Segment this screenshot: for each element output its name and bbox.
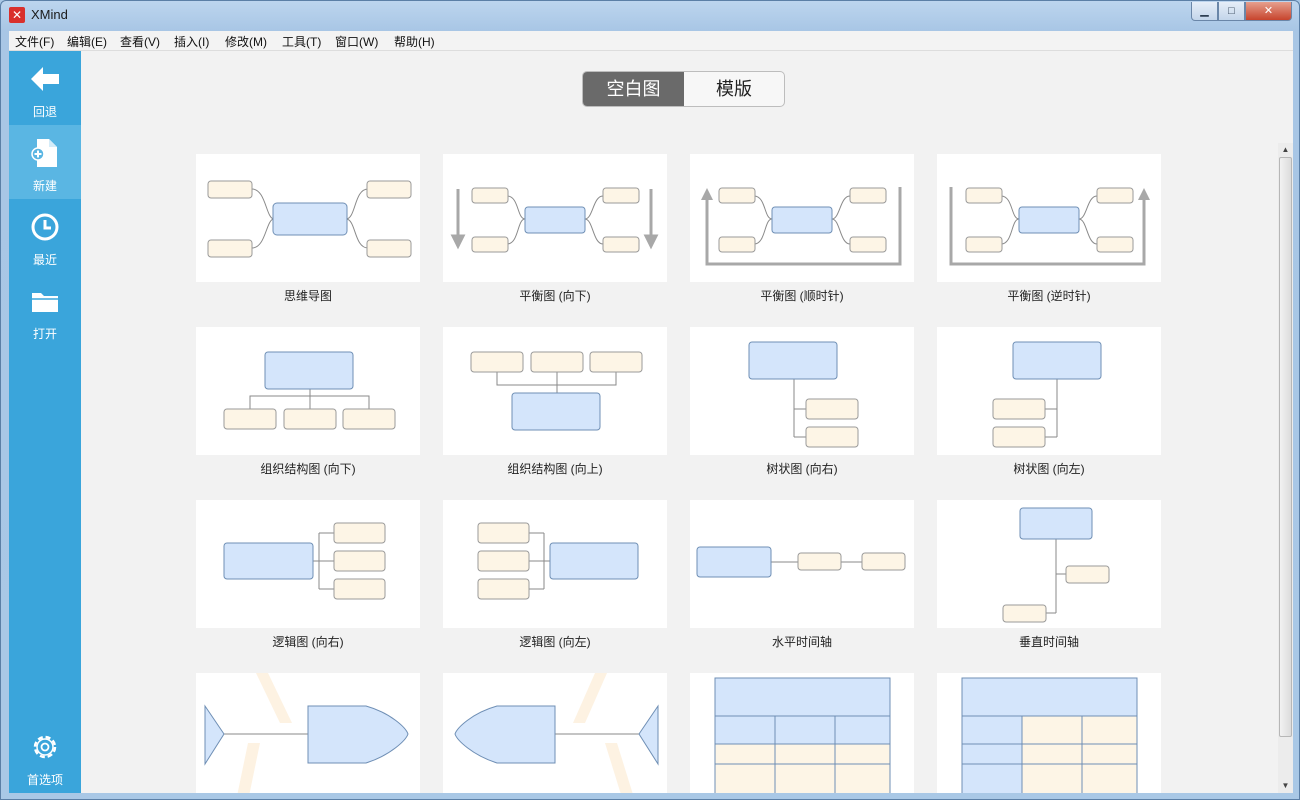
matrix-column-thumbnail bbox=[714, 677, 891, 793]
application-window: ✕ XMind ▁ □ ✕ 文件(F) 编辑(E) 查看(V) 插入(I) 修改… bbox=[0, 0, 1300, 800]
scroll-up-icon[interactable]: ▲ bbox=[1278, 143, 1293, 157]
minimize-button[interactable]: ▁ bbox=[1191, 2, 1218, 21]
window-title: XMind bbox=[31, 7, 68, 22]
balance-down-thumbnail bbox=[450, 187, 659, 253]
template-label: 树状图 (向右) bbox=[766, 462, 838, 476]
template-label: 树状图 (向左) bbox=[1013, 462, 1085, 476]
sidebar-item-preferences[interactable]: 首选项 bbox=[9, 719, 81, 793]
scroll-down-icon[interactable]: ▼ bbox=[1278, 779, 1293, 793]
menu-edit[interactable]: 编辑(E) bbox=[67, 33, 107, 50]
org-chart-up-thumbnail bbox=[470, 351, 643, 431]
sidebar-item-new[interactable]: 新建 bbox=[9, 125, 81, 199]
new-file-icon bbox=[31, 139, 57, 167]
fishbone-left-thumbnail bbox=[454, 673, 659, 793]
tab-templates[interactable]: 模版 bbox=[684, 72, 784, 106]
sidebar-item-open[interactable]: 打开 bbox=[9, 273, 81, 347]
template-card-mind-map[interactable] bbox=[196, 154, 420, 282]
folder-icon bbox=[32, 293, 58, 312]
title-bar: ✕ XMind ▁ □ ✕ bbox=[1, 1, 1299, 29]
template-card-vertical-timeline[interactable] bbox=[937, 500, 1161, 628]
template-label: 垂直时间轴 bbox=[1018, 635, 1079, 649]
sidebar-item-label: 首选项 bbox=[26, 773, 63, 787]
menu-tools[interactable]: 工具(T) bbox=[282, 33, 321, 50]
tree-left-thumbnail bbox=[992, 341, 1102, 448]
sidebar-item-label: 新建 bbox=[32, 179, 57, 193]
template-gallery: 空白图 模版 思维导图 平衡图 (向下) 平衡图 (顺时针) 平衡图 (逆时针)… bbox=[81, 51, 1293, 793]
vertical-scrollbar[interactable]: ▲ ▼ bbox=[1278, 143, 1293, 793]
mode-switch: 空白图 模版 bbox=[582, 71, 785, 107]
template-card-tree-left[interactable] bbox=[937, 327, 1161, 455]
logic-left-thumbnail bbox=[477, 522, 639, 600]
template-label: 平衡图 (顺时针) bbox=[760, 289, 844, 303]
clock-icon bbox=[31, 213, 59, 241]
tree-right-thumbnail bbox=[748, 341, 859, 448]
template-card-org-chart-up[interactable] bbox=[443, 327, 667, 455]
gear-icon bbox=[33, 735, 57, 759]
menu-modify[interactable]: 修改(M) bbox=[225, 33, 267, 50]
sidebar-item-recent[interactable]: 最近 bbox=[9, 199, 81, 273]
template-card-org-chart-down[interactable] bbox=[196, 327, 420, 455]
menu-view[interactable]: 查看(V) bbox=[120, 33, 160, 50]
template-card-fishbone-right[interactable] bbox=[196, 673, 420, 793]
scrollbar-thumb[interactable] bbox=[1279, 157, 1292, 737]
sidebar-item-back[interactable]: 回退 bbox=[9, 51, 81, 125]
template-card-balance-clockwise[interactable] bbox=[690, 154, 914, 282]
matrix-row-thumbnail bbox=[961, 677, 1138, 793]
template-label: 平衡图 (逆时针) bbox=[1007, 289, 1091, 303]
logic-right-thumbnail bbox=[223, 522, 386, 600]
template-label: 逻辑图 (向左) bbox=[519, 635, 591, 649]
maximize-button[interactable]: □ bbox=[1218, 2, 1245, 21]
sidebar-item-label: 打开 bbox=[32, 327, 57, 341]
sidebar: 回退 新建 最近 打开 首选项 bbox=[9, 51, 81, 793]
template-card-horizontal-timeline[interactable] bbox=[690, 500, 914, 628]
fishbone-right-thumbnail bbox=[204, 673, 409, 793]
horizontal-timeline-thumbnail bbox=[696, 546, 906, 578]
template-card-matrix-column[interactable] bbox=[690, 673, 914, 793]
template-label: 组织结构图 (向下) bbox=[260, 462, 356, 476]
close-button[interactable]: ✕ bbox=[1245, 2, 1292, 21]
template-card-logic-right[interactable] bbox=[196, 500, 420, 628]
template-label: 逻辑图 (向右) bbox=[272, 635, 344, 649]
xmind-logo-icon: ✕ bbox=[9, 7, 25, 23]
org-chart-down-thumbnail bbox=[223, 351, 396, 430]
template-card-logic-left[interactable] bbox=[443, 500, 667, 628]
sidebar-item-label: 回退 bbox=[32, 105, 57, 119]
template-label: 水平时间轴 bbox=[771, 635, 832, 649]
menu-window[interactable]: 窗口(W) bbox=[335, 33, 378, 50]
tab-blank-map[interactable]: 空白图 bbox=[583, 72, 684, 106]
template-label: 平衡图 (向下) bbox=[519, 289, 591, 303]
mind-map-thumbnail bbox=[207, 180, 412, 258]
menu-bar: 文件(F) 编辑(E) 查看(V) 插入(I) 修改(M) 工具(T) 窗口(W… bbox=[9, 31, 1293, 51]
menu-help[interactable]: 帮助(H) bbox=[394, 33, 435, 50]
back-arrow-icon bbox=[31, 67, 59, 91]
template-card-balance-counterclockwise[interactable] bbox=[937, 154, 1161, 282]
template-card-tree-right[interactable] bbox=[690, 327, 914, 455]
template-label: 思维导图 bbox=[283, 289, 332, 303]
balance-counterclockwise-thumbnail bbox=[949, 187, 1150, 266]
balance-clockwise-thumbnail bbox=[701, 187, 902, 266]
client-area: 回退 新建 最近 打开 首选项 空白图 模版 思维导图 平衡图 (向下) 平衡图… bbox=[9, 51, 1293, 793]
sidebar-item-label: 最近 bbox=[32, 253, 57, 267]
menu-insert[interactable]: 插入(I) bbox=[174, 33, 209, 50]
template-label: 组织结构图 (向上) bbox=[507, 462, 603, 476]
template-card-matrix-row[interactable] bbox=[937, 673, 1161, 793]
menu-file[interactable]: 文件(F) bbox=[15, 33, 54, 50]
vertical-timeline-thumbnail bbox=[1002, 507, 1110, 623]
template-card-fishbone-left[interactable] bbox=[443, 673, 667, 793]
template-card-balance-down[interactable] bbox=[443, 154, 667, 282]
